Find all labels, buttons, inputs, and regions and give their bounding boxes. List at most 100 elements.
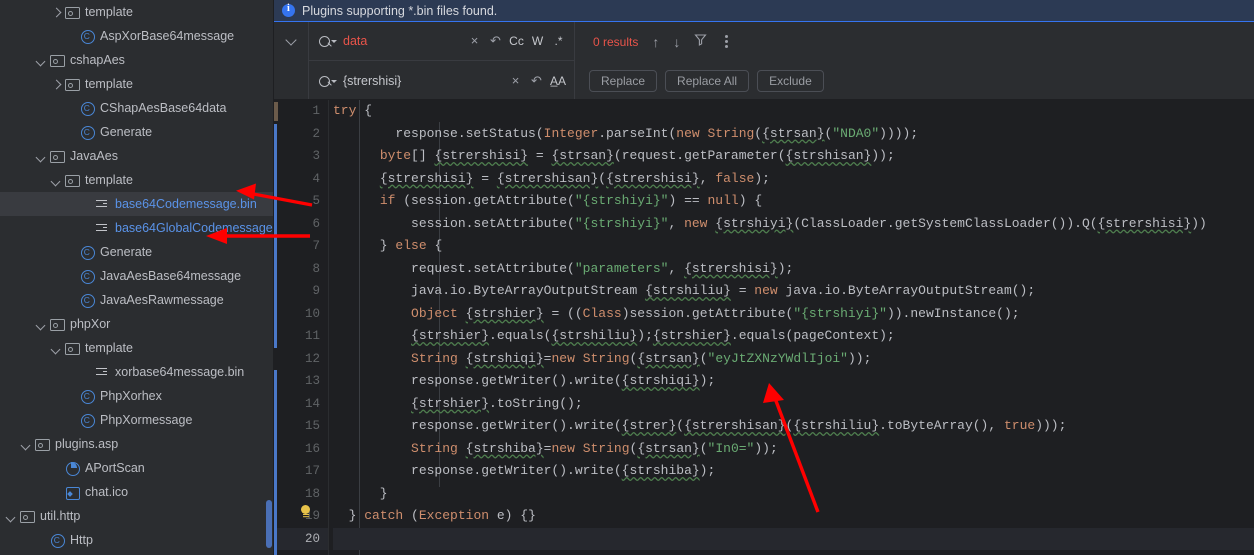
search-history-icon[interactable]: ↶	[488, 33, 503, 49]
code-line[interactable]: response.getWriter().write({strshiba});	[333, 460, 1254, 483]
tree-item-phpxor[interactable]: phpXor	[0, 312, 274, 336]
chevron-right-icon[interactable]	[49, 78, 62, 91]
whole-words-toggle[interactable]: W	[530, 33, 545, 49]
line-number[interactable]: 1	[274, 100, 329, 123]
tree-item-plugins-asp[interactable]: plugins.asp	[0, 432, 274, 456]
preserve-case-toggle[interactable]: A̲A	[550, 73, 566, 89]
code-line[interactable]: }	[333, 483, 1254, 506]
chevron-down-icon[interactable]	[4, 510, 17, 523]
line-number[interactable]: 14	[274, 393, 329, 416]
tree-item-aspxorbase64message[interactable]: AspXorBase64message	[0, 24, 274, 48]
line-number[interactable]: 11	[274, 325, 329, 348]
code-line[interactable]: response.getWriter().write({strshiqi});	[333, 370, 1254, 393]
find-next-icon[interactable]: ↓	[673, 34, 680, 50]
code-line[interactable]: response.getWriter().write({strer}({stre…	[333, 415, 1254, 438]
tree-item-javaaesrawmessage[interactable]: JavaAesRawmessage	[0, 288, 274, 312]
chevron-down-icon[interactable]	[49, 174, 62, 187]
line-number[interactable]: 5	[274, 190, 329, 213]
project-tree-panel[interactable]: template AspXorBase64message cshapAes templ…	[0, 0, 274, 555]
code-line[interactable]: session.setAttribute("{strshiyi}", new {…	[333, 213, 1254, 236]
find-prev-icon[interactable]: ↑	[652, 34, 659, 50]
lightbulb-icon[interactable]	[300, 505, 311, 518]
tree-item-template[interactable]: template	[0, 72, 274, 96]
line-number[interactable]: 4	[274, 168, 329, 191]
tree-item-generate[interactable]: Generate	[0, 120, 274, 144]
line-number[interactable]: 16	[274, 438, 329, 461]
line-number[interactable]: 8	[274, 258, 329, 281]
replace-history-icon[interactable]: ↶	[529, 73, 544, 89]
chevron-down-icon[interactable]	[34, 150, 47, 163]
tree-item-template[interactable]: template	[0, 0, 274, 24]
line-number[interactable]: 17	[274, 460, 329, 483]
code-line[interactable]: {strshier}.equals({strshiliu});{strshier…	[333, 325, 1254, 348]
replace-all-button[interactable]: Replace All	[665, 69, 750, 92]
line-number[interactable]: 9	[274, 280, 329, 303]
chevron-right-icon[interactable]	[49, 6, 62, 19]
code-line[interactable]: response.setStatus(Integer.parseInt(new …	[333, 123, 1254, 146]
code-line[interactable]: String {strshiba}=new String({strsan}("I…	[333, 438, 1254, 461]
line-number[interactable]: 2	[274, 123, 329, 146]
code-editor[interactable]: 1 2 3 4 5 6 7 8 9 10 11 12 13 14 15 16 17 18 19 20 try { re…	[274, 100, 1254, 555]
sidebar-scrollbar[interactable]	[266, 500, 272, 548]
find-collapse-button[interactable]	[274, 22, 308, 99]
line-number[interactable]: 13	[274, 370, 329, 393]
tree-item-phpxorhex[interactable]: PhpXorhex	[0, 384, 274, 408]
line-number[interactable]: 18	[274, 483, 329, 506]
match-case-toggle[interactable]: Cc	[509, 33, 524, 49]
notification-banner[interactable]: Plugins supporting *.bin files found.	[274, 0, 1254, 22]
tree-item-javaaesbase64message[interactable]: JavaAesBase64message	[0, 264, 274, 288]
tree-item-cshapaesbase64data[interactable]: CShapAesBase64data	[0, 96, 274, 120]
code-line[interactable]	[333, 527, 1254, 550]
search-field-row[interactable]: data × ↶ Cc W .*	[309, 22, 574, 61]
tree-item-cshapaes[interactable]: cshapAes	[0, 48, 274, 72]
code-line[interactable]: Object {strshier} = ((Class)session.getA…	[333, 303, 1254, 326]
line-number[interactable]: 12	[274, 348, 329, 371]
code-line[interactable]: if (session.getAttribute("{strshiyi}") =…	[333, 190, 1254, 213]
clear-replace-icon[interactable]: ×	[508, 73, 523, 89]
tree-item-phpxormessage[interactable]: PhpXormessage	[0, 408, 274, 432]
line-number[interactable]: 10	[274, 303, 329, 326]
code-line[interactable]: request.setAttribute("parameters", {stre…	[333, 258, 1254, 281]
search-input[interactable]: data	[343, 34, 467, 48]
line-number[interactable]: 20	[274, 527, 329, 550]
tree-item-template[interactable]: template	[0, 336, 274, 360]
tree-item-generate[interactable]: Generate	[0, 240, 274, 264]
code-line[interactable]: java.io.ByteArrayOutputStream {strshiliu…	[333, 280, 1254, 303]
code-line[interactable]: {strshier}.toString();	[333, 393, 1254, 416]
tree-item-http[interactable]: Http	[0, 528, 274, 552]
code-lines[interactable]: try { response.setStatus(Integer.parseIn…	[333, 100, 1254, 550]
code-line[interactable]: } catch (Exception e) {}	[333, 505, 1254, 528]
more-options-icon[interactable]	[725, 40, 729, 43]
chevron-down-icon[interactable]	[34, 54, 47, 67]
tree-item-aportscan[interactable]: APortScan	[0, 456, 274, 480]
filter-icon[interactable]	[694, 33, 708, 51]
regex-toggle[interactable]: .*	[551, 33, 566, 49]
tree-item-util-http[interactable]: util.http	[0, 504, 274, 528]
replace-button[interactable]: Replace	[589, 69, 658, 92]
line-number[interactable]: 15	[274, 415, 329, 438]
replace-field-row[interactable]: {strershisi} × ↶ A̲A	[309, 61, 574, 100]
code-line[interactable]: } else {	[333, 235, 1254, 258]
tree-item-template[interactable]: template	[0, 168, 274, 192]
code-line[interactable]: {strershisi} = {strershisan}({strershisi…	[333, 168, 1254, 191]
chevron-down-icon[interactable]	[49, 342, 62, 355]
editor-gutter[interactable]: 1 2 3 4 5 6 7 8 9 10 11 12 13 14 15 16 17 18 19 20	[274, 100, 329, 555]
replace-input[interactable]: {strershisi}	[343, 74, 508, 88]
code-line[interactable]: String {strshiqi}=new String({strsan}("e…	[333, 348, 1254, 371]
tree-item-base64codemessage-bin[interactable]: base64Codemessage.bin	[0, 192, 274, 216]
code-line[interactable]: byte[] {strershisi} = {strsan}(request.g…	[333, 145, 1254, 168]
exclude-button[interactable]: Exclude	[757, 69, 824, 92]
chevron-down-icon[interactable]	[34, 318, 47, 331]
code-content[interactable]: try { response.setStatus(Integer.parseIn…	[329, 100, 1254, 555]
tree-item-base64globalcodemessage[interactable]: base64GlobalCodemessage	[0, 216, 274, 240]
tree-item-javaaes[interactable]: JavaAes	[0, 144, 274, 168]
chevron-down-icon[interactable]	[19, 438, 32, 451]
clear-search-icon[interactable]: ×	[467, 33, 482, 49]
project-tree[interactable]: template AspXorBase64message cshapAes templ…	[0, 0, 274, 555]
line-number[interactable]: 7	[274, 235, 329, 258]
line-number[interactable]: 3	[274, 145, 329, 168]
code-line[interactable]: try {	[333, 100, 1254, 123]
tree-item-chat-ico[interactable]: chat.ico	[0, 480, 274, 504]
find-replace-toolbar[interactable]: data × ↶ Cc W .* {strershisi} × ↶ A̲A 0 …	[274, 22, 1254, 100]
line-number[interactable]: 6	[274, 213, 329, 236]
